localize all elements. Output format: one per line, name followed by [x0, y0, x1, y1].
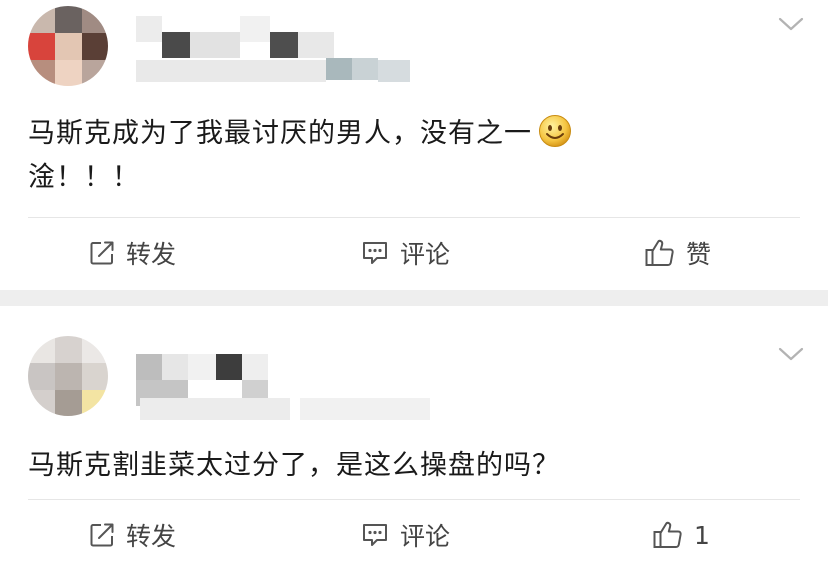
repost-label: 转发	[126, 522, 177, 551]
like-count: 1	[694, 520, 710, 550]
like-label: 赞	[686, 240, 712, 269]
like-button[interactable]: 1	[652, 510, 710, 560]
repost-button[interactable]: 转发	[88, 228, 176, 278]
divider	[28, 217, 800, 218]
feed-separator	[0, 290, 828, 306]
comment-button[interactable]: 评论	[360, 510, 450, 560]
smile-emoji-icon	[539, 115, 571, 147]
avatar[interactable]	[28, 6, 108, 86]
repost-label: 转发	[126, 240, 177, 269]
thumbs-up-icon	[653, 521, 682, 548]
comment-text-line: 马斯克割韭菜太过分了，是这么操盘的吗？	[28, 450, 560, 481]
avatar[interactable]	[28, 336, 108, 416]
comment-icon	[363, 524, 387, 546]
repost-icon	[90, 523, 114, 547]
comment-label: 评论	[400, 522, 451, 551]
thumbs-up-icon	[645, 239, 674, 266]
comment-text: 马斯克割韭菜太过分了，是这么操盘的吗？	[28, 444, 560, 488]
repost-button[interactable]: 转发	[88, 510, 176, 560]
feed-comment-2: 马斯克割韭菜太过分了，是这么操盘的吗？ 转发 评论 1	[0, 306, 828, 569]
action-bar: 转发 评论 1	[0, 510, 828, 560]
action-bar: 转发 评论 赞	[0, 228, 828, 278]
comment-label: 评论	[400, 240, 451, 269]
like-button[interactable]: 赞	[644, 228, 711, 278]
feed-comment-1: 马斯克成为了我最讨厌的男人，没有之一 淦！！！ 转发 评论 赞	[0, 0, 828, 290]
repost-icon	[90, 241, 114, 265]
comment-icon	[363, 242, 387, 264]
comment-button[interactable]: 评论	[360, 228, 450, 278]
comment-text-line: 马斯克成为了我最讨厌的男人，没有之一	[28, 118, 532, 149]
comment-text-line: 淦！！！	[28, 162, 140, 193]
chevron-down-icon[interactable]	[778, 346, 804, 362]
chevron-down-icon[interactable]	[778, 16, 804, 32]
divider	[28, 499, 800, 500]
comment-text: 马斯克成为了我最讨厌的男人，没有之一 淦！！！	[28, 112, 572, 200]
